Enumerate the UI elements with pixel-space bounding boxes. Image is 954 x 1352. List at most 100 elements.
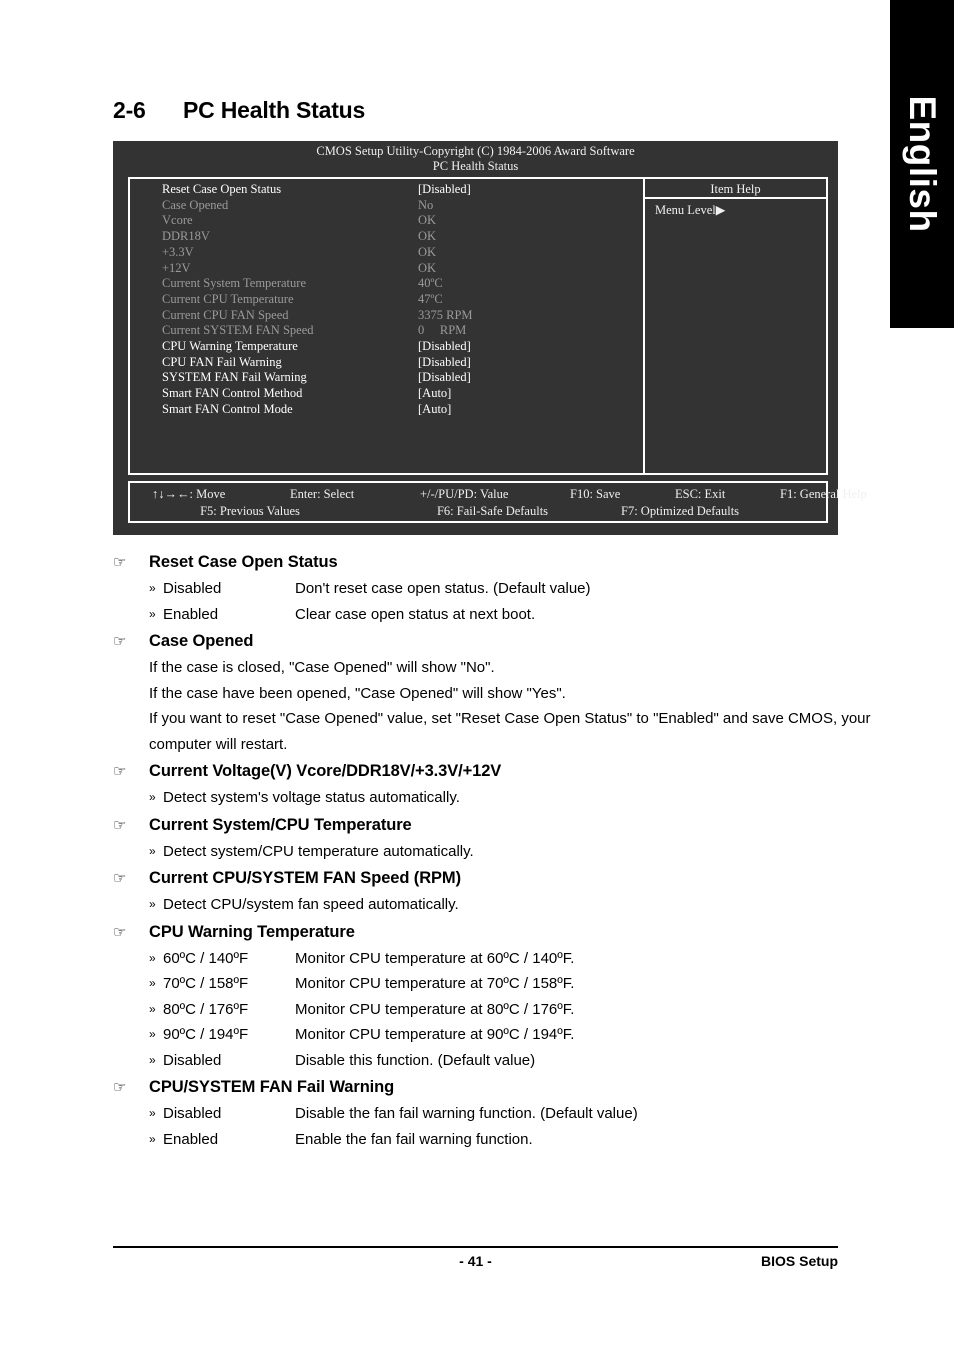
double-chevron-icon: »	[149, 1106, 156, 1120]
doc-heading: ☞ Reset Case Open Status	[113, 549, 853, 576]
bios-item-value: [Disabled]	[418, 354, 471, 369]
doc-option-desc: Monitor CPU temperature at 80ºC / 176ºF.	[295, 1000, 575, 1018]
bios-row[interactable]: CPU Warning Temperature [Disabled]	[130, 339, 643, 355]
doc-paragraph: If the case is closed, "Case Opened" wil…	[149, 659, 495, 676]
doc-heading: ☞ Case Opened	[113, 628, 853, 655]
bios-item-value: [Auto]	[418, 401, 452, 416]
doc-option-row: » 90ºC / 194ºF Monitor CPU temperature a…	[113, 1022, 853, 1048]
bios-item-label: CPU FAN Fail Warning	[162, 354, 282, 369]
doc-option-desc: Monitor CPU temperature at 90ºC / 194ºF.	[295, 1026, 575, 1043]
hand-pointer-icon: ☞	[113, 633, 127, 650]
doc-section-cpu-warning-temperature: ☞ CPU Warning Temperature » 60ºC / 140ºF…	[113, 919, 853, 1074]
key-save: F10: Save	[570, 487, 621, 501]
doc-section-current-temperature: ☞ Current System/CPU Temperature » Detec…	[113, 812, 853, 865]
bios-row[interactable]: CPU FAN Fail Warning [Disabled]	[130, 355, 643, 371]
double-chevron-icon: »	[149, 581, 156, 595]
doc-option-row: » Detect system/CPU temperature automati…	[113, 839, 853, 865]
bios-item-label: Current System Temperature	[162, 276, 306, 291]
bios-utility-title: CMOS Setup Utility-Copyright (C) 1984-20…	[316, 144, 635, 158]
bios-item-label: Current SYSTEM FAN Speed	[162, 323, 314, 338]
doc-option-row: » 70ºC / 158ºF Monitor CPU temperature a…	[113, 971, 853, 997]
bios-row: Vcore OK	[130, 213, 643, 229]
footer-doc-label: BIOS Setup	[760, 1253, 838, 1269]
doc-option-row: » Enabled Clear case open status at next…	[113, 602, 853, 628]
bios-item-label: CPU Warning Temperature	[162, 339, 298, 354]
bios-key-legend-row-1: ↑↓→←: Move Enter: Select +/-/PU/PD: Valu…	[130, 486, 867, 503]
double-chevron-icon: »	[149, 1027, 156, 1041]
bios-item-label: Case Opened	[162, 197, 229, 212]
bios-row[interactable]: Smart FAN Control Mode [Auto]	[130, 402, 643, 418]
doc-option-name: 80ºC / 176ºF	[163, 1000, 249, 1018]
doc-option-name: Disabled	[163, 1105, 222, 1122]
bios-item-label: Reset Case Open Status	[162, 182, 282, 196]
doc-option-row: » 60ºC / 140ºF Monitor CPU temperature a…	[113, 946, 853, 972]
bios-row: Current SYSTEM FAN Speed 0 RPM	[130, 323, 643, 339]
bios-item-label: SYSTEM FAN Fail Warning	[162, 370, 307, 385]
doc-heading: ☞ Current Voltage(V) Vcore/DDR18V/+3.3V/…	[113, 758, 853, 785]
key-optimized-defaults: F7: Optimized Defaults	[621, 504, 740, 518]
bios-item-value: OK	[418, 213, 437, 228]
key-general-help: F1: General Help	[780, 487, 867, 501]
bios-row: DDR18V OK	[130, 229, 643, 245]
bios-item-value: 3375 RPM	[418, 307, 473, 322]
bios-item-help-panel: Item Help Menu Level▶	[643, 179, 826, 473]
bios-item-value: [Auto]	[418, 386, 452, 401]
doc-heading-label: Reset Case Open Status	[149, 553, 338, 571]
bios-row: Case Opened No	[130, 198, 643, 214]
key-exit: ESC: Exit	[675, 487, 726, 501]
doc-heading-label: Current CPU/SYSTEM FAN Speed (RPM)	[149, 869, 461, 887]
doc-option-name: 70ºC / 158ºF	[163, 975, 249, 992]
doc-option-name: Enabled	[163, 1130, 219, 1148]
hand-pointer-icon: ☞	[113, 763, 127, 780]
bios-item-label: +12V	[162, 260, 191, 275]
key-enter-select: Enter: Select	[290, 487, 355, 501]
doc-section-fan-speed: ☞ Current CPU/SYSTEM FAN Speed (RPM) » D…	[113, 865, 853, 918]
doc-option-row: » Disabled Disable the fan fail warning …	[113, 1101, 853, 1127]
doc-section-fan-fail-warning: ☞ CPU/SYSTEM FAN Fail Warning » Disabled…	[113, 1074, 853, 1152]
doc-option-row: » Enabled Enable the fan fail warning fu…	[113, 1127, 853, 1153]
doc-option-name: Disabled	[163, 580, 222, 597]
doc-option-name: Disabled	[163, 1051, 222, 1069]
hand-pointer-icon: ☞	[113, 923, 127, 941]
page-title: 2-6 PC Health Status	[113, 97, 365, 124]
bios-item-value: OK	[418, 260, 437, 275]
bios-setup-screen: CMOS Setup Utility-Copyright (C) 1984-20…	[113, 141, 867, 535]
doc-option-row: » Disabled Don't reset case open status.…	[113, 576, 853, 602]
doc-section-current-voltage: ☞ Current Voltage(V) Vcore/DDR18V/+3.3V/…	[113, 758, 853, 811]
doc-option-row: » Detect CPU/system fan speed automatica…	[113, 892, 853, 918]
doc-heading-label: CPU/SYSTEM FAN Fail Warning	[149, 1078, 395, 1096]
bios-row[interactable]: Smart FAN Control Method [Auto]	[130, 386, 643, 402]
bios-item-label: Current CPU FAN Speed	[162, 307, 289, 322]
bios-row: Current CPU Temperature 47ºC	[130, 292, 643, 308]
bios-item-label: Smart FAN Control Method	[162, 386, 303, 401]
bios-row: Current System Temperature 40ºC	[130, 276, 643, 292]
doc-option-name: Detect system's voltage status automatic…	[163, 789, 460, 806]
doc-option-name: Detect system/CPU temperature automatica…	[163, 842, 474, 860]
bios-item-value: [Disabled]	[418, 339, 471, 354]
bios-row[interactable]: SYSTEM FAN Fail Warning [Disabled]	[130, 370, 643, 386]
double-chevron-icon: »	[149, 1052, 156, 1067]
doc-section-case-opened: ☞ Case Opened If the case is closed, "Ca…	[113, 628, 871, 757]
bios-item-value: No	[418, 197, 434, 212]
bios-item-label: Current CPU Temperature	[162, 291, 294, 306]
bios-row[interactable]: Reset Case Open Status [Disabled]	[130, 182, 643, 198]
footer-divider	[113, 1246, 838, 1248]
bios-item-value: [Disabled]	[418, 182, 471, 196]
bios-item-value: 47ºC	[418, 291, 443, 306]
doc-option-row: » Disabled Disable this function. (Defau…	[113, 1048, 853, 1074]
doc-section-reset-case-open-status: ☞ Reset Case Open Status » Disabled Don'…	[113, 549, 853, 627]
doc-heading-label: CPU Warning Temperature	[149, 922, 355, 941]
key-value: +/-/PU/PD: Value	[420, 487, 509, 501]
doc-heading-label: Current Voltage(V) Vcore/DDR18V/+3.3V/+1…	[149, 762, 502, 780]
bios-main-panel: Reset Case Open Status [Disabled] Case O…	[128, 177, 828, 475]
bios-item-value: 40ºC	[418, 276, 443, 291]
doc-option-name: 60ºC / 140ºF	[163, 949, 249, 967]
doc-option-desc: Disable this function. (Default value)	[295, 1051, 536, 1069]
doc-heading-label: Current System/CPU Temperature	[149, 815, 412, 834]
bios-row: +3.3V OK	[130, 245, 643, 261]
doc-option-desc: Disable the fan fail warning function. (…	[295, 1105, 638, 1122]
bios-settings-list: Reset Case Open Status [Disabled] Case O…	[130, 179, 643, 473]
hand-pointer-icon: ☞	[113, 870, 127, 887]
bios-row: Current CPU FAN Speed 3375 RPM	[130, 308, 643, 324]
bios-item-label: Vcore	[162, 213, 193, 228]
